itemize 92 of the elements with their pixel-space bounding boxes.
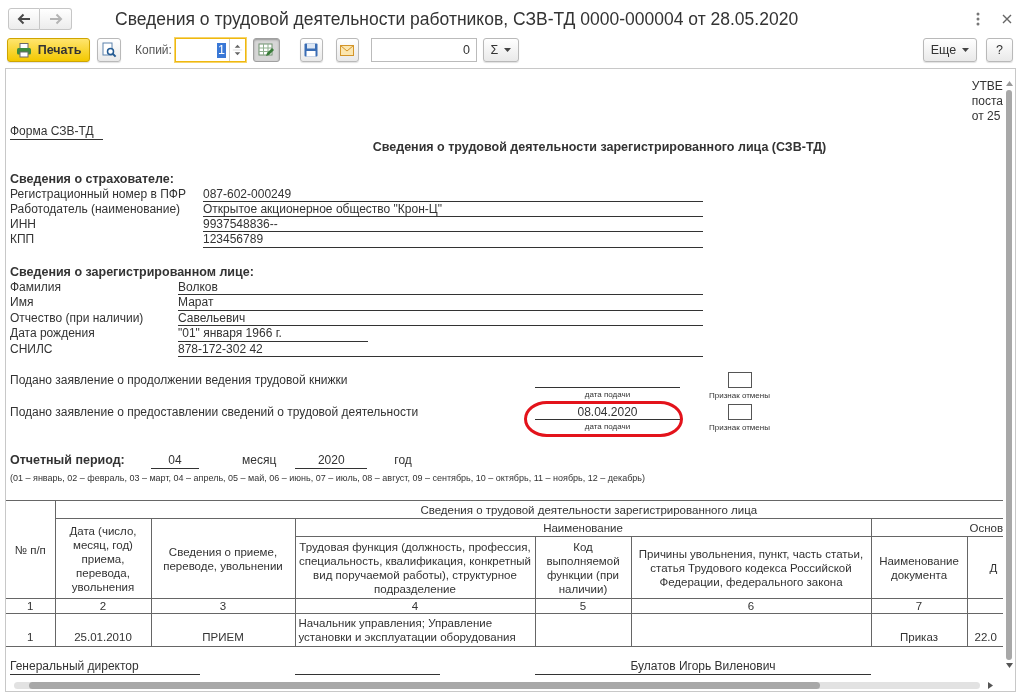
- field-caption: дата подачи: [583, 422, 632, 433]
- arrow-left-icon: [17, 13, 31, 25]
- horizontal-scrollbar[interactable]: [14, 681, 980, 689]
- column-number: 6: [631, 598, 871, 614]
- help-button[interactable]: ?: [986, 38, 1013, 62]
- month-legend: (01 – январь, 02 – февраль, 03 – март, 04 – апрель, 05 – май, 06 – июнь, 07 – июль, 08 – август, 09 – сентябрь, 10 – октябрь, 11 – ноябрь, 12 – декабрь): [6, 472, 1003, 485]
- page-magnifier-icon: [101, 42, 117, 58]
- table-cell: Начальник управления; Управление установки и эксплуатации оборудования: [295, 613, 535, 647]
- document-title: Сведения о трудовой деятельности зарегистрированного лица (СЗВ-ТД): [371, 139, 828, 155]
- section-heading: Сведения о зарегистрированном лице:: [10, 264, 255, 280]
- approval-note: от 25: [971, 108, 1002, 124]
- table-pencil-icon: [258, 42, 275, 58]
- back-button[interactable]: [8, 8, 40, 30]
- save-icon: [304, 43, 319, 57]
- column-header: Трудовая функция (должность, профессия, специальность, квалификация, конкретный вид поручаемой работы), структурное подразделение: [295, 536, 535, 599]
- statement-text: Подано заявление о предоставлении сведений о трудовой деятельности: [10, 405, 420, 421]
- field-value: Волков: [178, 279, 703, 296]
- column-header: Дата (число, месяц, год) приема, перевода, увольнения: [55, 518, 151, 599]
- unit-label: год: [394, 453, 412, 470]
- year-field: 2020: [295, 453, 368, 470]
- copies-label: Копий:: [135, 42, 172, 58]
- scrollbar-thumb[interactable]: [29, 681, 820, 689]
- section-heading: Сведения о страхователе:: [10, 171, 175, 187]
- field-value: 9937548836--: [203, 217, 703, 233]
- column-number: 1: [6, 598, 55, 614]
- field-label: Фамилия: [10, 279, 62, 296]
- field-value: 878-172-302 42: [178, 341, 703, 358]
- column-number: 4: [295, 598, 535, 614]
- approval-note: УТВЕ: [971, 78, 1003, 94]
- printer-icon: [15, 42, 32, 58]
- mail-button[interactable]: [335, 38, 359, 62]
- column-header: Наименование документа: [871, 536, 967, 599]
- table-cell: 1: [6, 613, 55, 647]
- form-name: Форма СЗВ-ТД: [10, 123, 103, 140]
- edit-toggle-button[interactable]: [252, 38, 280, 62]
- field-label: СНИЛС: [10, 341, 54, 358]
- field-value: 087-602-000249: [203, 186, 703, 202]
- unit-label: месяц: [242, 453, 277, 470]
- preview-button[interactable]: [97, 38, 121, 62]
- caret-icon: [962, 48, 970, 52]
- field-label: Дата рождения: [10, 326, 96, 342]
- arrow-right-icon: [48, 13, 63, 25]
- spin-arrows-icon: [228, 39, 245, 61]
- field-caption: Признак отмены: [709, 391, 770, 402]
- field-label: Работодатель (наименование): [10, 201, 182, 218]
- save-button[interactable]: [299, 38, 323, 62]
- field-value: "01" января 1966 г.: [178, 326, 368, 342]
- date-field: 08.04.2020: [535, 405, 680, 421]
- kebab-menu-icon[interactable]: [976, 12, 980, 26]
- counter-field: 0: [370, 38, 477, 62]
- column-group-header: Сведения о трудовой деятельности зарегистрированного лица: [55, 500, 1003, 519]
- field-value: Савельевич: [178, 310, 703, 327]
- close-icon[interactable]: [1002, 14, 1012, 24]
- statement-text: Подано заявление о продолжении ведения трудовой книжки: [10, 373, 349, 389]
- column-number: 7: [871, 598, 967, 614]
- table-cell: ПРИЕМ: [151, 613, 295, 647]
- print-button[interactable]: Печать: [7, 38, 90, 62]
- approval-note: поста: [971, 93, 1003, 109]
- column-header: Причины увольнения, пункт, часть статьи, статья Трудового кодекса Российской Федерации, федерального закона: [631, 536, 871, 599]
- scroll-up-icon[interactable]: [1005, 81, 1013, 86]
- signer-name-field: Булатов Игорь Виленович: [535, 659, 871, 676]
- field-label: Отчество (при наличии): [10, 310, 145, 327]
- field-value: 123456789: [203, 232, 703, 248]
- sum-button[interactable]: Σ: [482, 38, 519, 62]
- window-title: Сведения о трудовой деятельности работников, СЗВ-ТД 0000-000004 от 28.05.2020: [115, 8, 799, 30]
- month-field: 04: [151, 453, 199, 470]
- copies-field[interactable]: 1: [174, 38, 246, 62]
- field-label: КПП: [10, 232, 36, 248]
- period-label: Отчетный период:: [10, 453, 126, 470]
- column-group-header: Наименование: [295, 518, 871, 537]
- column-number: 3: [151, 598, 295, 614]
- column-header: Сведения о приеме, переводе, увольнении: [151, 518, 295, 599]
- field-value: Марат: [178, 295, 703, 311]
- table-cell: 25.01.2010: [55, 613, 151, 647]
- envelope-icon: [340, 44, 355, 56]
- field-label: ИНН: [10, 217, 37, 233]
- column-number: 2: [55, 598, 151, 614]
- position-field: Генеральный директор: [10, 659, 200, 676]
- caret-icon: [504, 48, 512, 52]
- more-button[interactable]: Еще: [923, 38, 977, 62]
- table-cell: Приказ: [871, 613, 967, 647]
- field-caption: Признак отмены: [709, 423, 770, 434]
- column-number: 5: [535, 598, 631, 614]
- field-label: Регистрационный номер в ПФР: [10, 186, 187, 202]
- field-caption: дата подачи: [583, 390, 632, 401]
- column-header: Код выполняемой функции (при наличии): [535, 536, 631, 599]
- field-value: Открытое акционерное общество "Крон-Ц": [203, 201, 703, 218]
- column-header: № п/п: [6, 500, 55, 599]
- field-label: Имя: [10, 295, 35, 311]
- scroll-down-icon[interactable]: [1005, 663, 1013, 668]
- scrollbar-thumb[interactable]: [1006, 90, 1012, 660]
- scroll-right-icon[interactable]: [988, 681, 993, 689]
